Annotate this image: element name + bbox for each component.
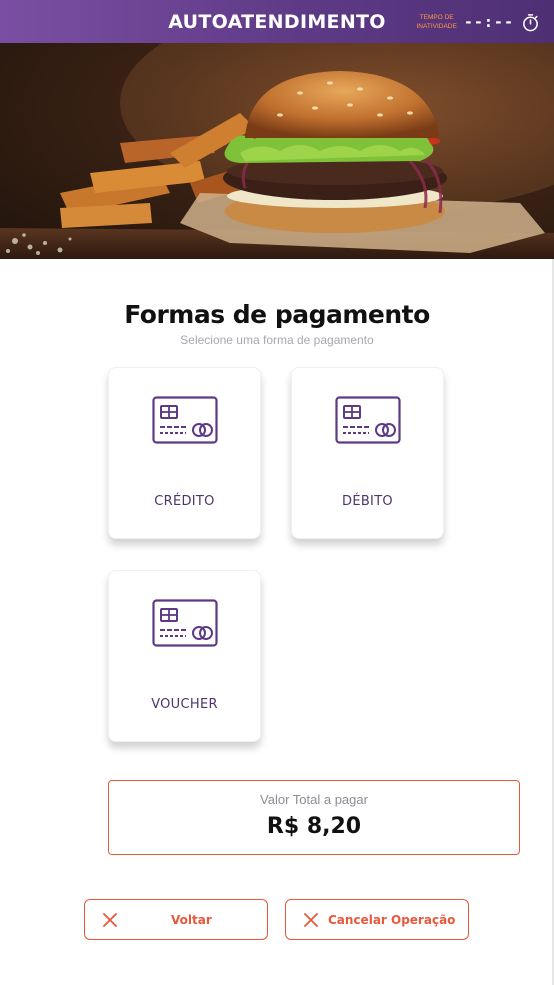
payment-option-credito[interactable]: CRÉDITO [108, 367, 261, 539]
total-value: R$ 8,20 [266, 814, 362, 839]
back-button-label: Voltar [171, 913, 212, 927]
burger-photo [0, 43, 554, 259]
cancel-operation-label: Cancelar Operação [328, 913, 456, 927]
cancel-operation-button[interactable]: Cancelar Operação [285, 899, 469, 940]
payment-option-label: DÉBITO [342, 494, 393, 509]
hero-image [0, 43, 554, 259]
credit-card-icon [335, 396, 401, 444]
back-button[interactable]: Voltar [84, 899, 268, 940]
app-title: AUTOATENDIMENTO [168, 10, 386, 33]
page-title: Formas de pagamento [124, 300, 430, 329]
close-x-icon [103, 913, 117, 927]
payment-option-label: CRÉDITO [154, 494, 215, 509]
credit-card-icon [152, 599, 218, 647]
header-bar: AUTOATENDIMENTO TEMPO DE INATIVIDADE --:… [0, 0, 554, 43]
payment-option-label: VOUCHER [151, 697, 218, 712]
page-subtitle: Selecione uma forma de pagamento [180, 333, 374, 347]
inactivity-label: TEMPO DE INATIVIDADE [417, 13, 457, 31]
inactivity-label-line1: TEMPO DE [419, 14, 454, 21]
credit-card-icon [152, 396, 218, 444]
payment-option-voucher[interactable]: VOUCHER [108, 570, 261, 742]
inactivity-label-line2: INATIVIDADE [416, 23, 457, 30]
payment-option-debito[interactable]: DÉBITO [291, 367, 444, 539]
total-label: Valor Total a pagar [260, 792, 368, 807]
close-x-icon [304, 913, 318, 927]
total-amount-box: Valor Total a pagar R$ 8,20 [108, 780, 520, 855]
inactivity-value: --:-- [463, 13, 514, 31]
inactivity-timer: TEMPO DE INATIVIDADE --:-- [417, 8, 541, 36]
stopwatch-icon [523, 13, 538, 31]
